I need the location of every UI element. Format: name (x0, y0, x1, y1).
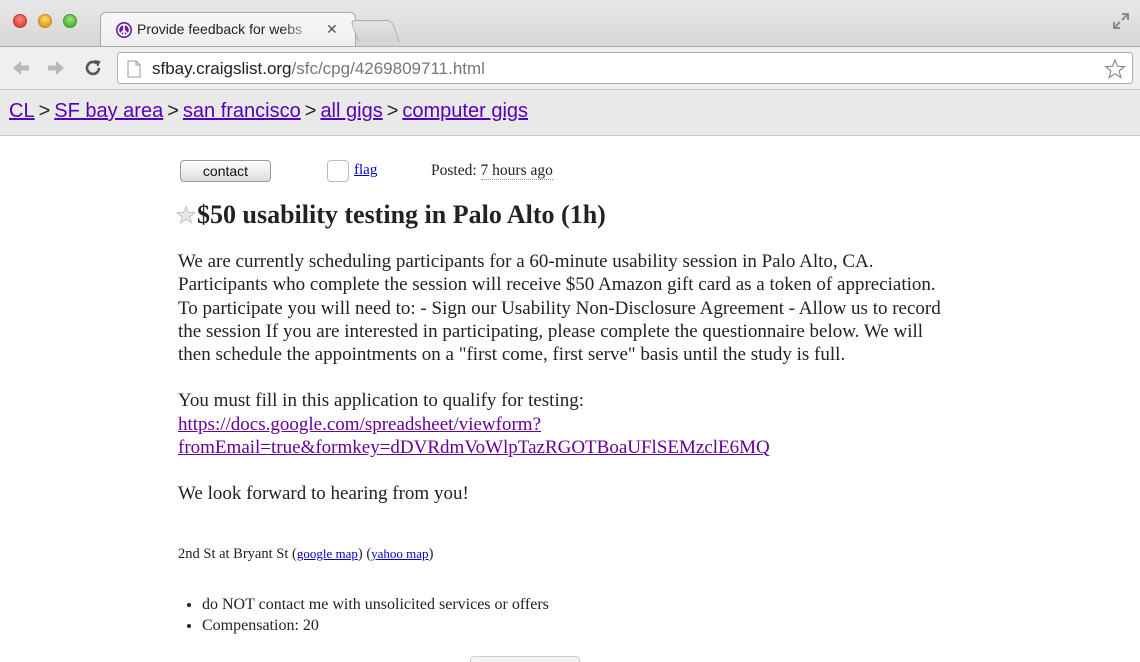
url-path: /sfc/cpg/4269809711.html (291, 59, 485, 78)
favorite-star-icon[interactable] (176, 205, 196, 225)
contact-button[interactable]: contact (180, 160, 271, 182)
breadcrumb-separator: > (304, 100, 317, 122)
breadcrumb-bar: CL > SF bay area > san francisco > all gigs > co… (0, 90, 1140, 136)
reload-icon[interactable] (82, 57, 104, 79)
notices-list: do NOT contact me with unsolicited servi… (202, 594, 549, 636)
bookmark-star-icon[interactable] (1104, 58, 1126, 80)
posting-closing: We look forward to hearing from you! (178, 483, 469, 505)
url-text: sfbay.craigslist.org/sfc/cpg/4269809711.… (152, 59, 485, 79)
breadcrumb-separator: > (386, 100, 399, 122)
posting-paragraph: You must fill in this application to qua… (178, 389, 958, 459)
browser-toolbar: sfbay.craigslist.org/sfc/cpg/4269809711.… (0, 46, 1140, 90)
footer-element (470, 656, 580, 662)
posting-body: We are currently scheduling participants… (178, 250, 958, 529)
flag-checkbox[interactable] (327, 160, 349, 182)
posting-actions: contact flag Posted: 7 hours ago (178, 158, 778, 184)
flag-link[interactable]: flag (354, 162, 377, 179)
form-link-line1: https://docs.google.com/spreadsheet/view… (178, 413, 542, 435)
posted-time: Posted: 7 hours ago (431, 162, 553, 180)
url-host: sfbay.craigslist.org (152, 59, 292, 78)
posting-paragraph: We are currently scheduling participants… (178, 251, 941, 366)
new-tab-button[interactable] (349, 20, 401, 42)
close-icon[interactable]: ✕ (326, 21, 338, 38)
breadcrumb-all-gigs[interactable]: all gigs (320, 100, 382, 122)
breadcrumb-san-francisco[interactable]: san francisco (183, 100, 301, 122)
window-titlebar: Provide feedback for webs ✕ (0, 0, 1140, 47)
page-icon (127, 60, 141, 78)
breadcrumb: CL > SF bay area > san francisco > all gigs > co… (9, 100, 528, 123)
map-address: 2nd St at Bryant St (google map) (yahoo … (178, 546, 434, 562)
posting-title: $50 usability testing in Palo Alto (1h) (197, 200, 606, 229)
posting-title-row: $50 usability testing in Palo Alto (1h) (176, 200, 606, 230)
window-minimize-button[interactable] (38, 14, 52, 28)
back-arrow-icon[interactable] (10, 57, 32, 79)
window-zoom-button[interactable] (63, 14, 77, 28)
breadcrumb-sf-bay-area[interactable]: SF bay area (54, 100, 163, 122)
posted-ago: 7 hours ago (480, 162, 553, 180)
location-text: 2nd St at Bryant St (178, 546, 289, 562)
posted-label: Posted: (431, 162, 477, 179)
form-link-line2: fromEmail=true&formkey=dDVRdmVoWlpTazRGO… (178, 437, 770, 459)
breadcrumb-computer-gigs[interactable]: computer gigs (402, 100, 528, 122)
application-form-link[interactable]: https://docs.google.com/spreadsheet/view… (178, 414, 770, 458)
application-intro: You must fill in this application to qua… (178, 390, 585, 412)
breadcrumb-separator: > (167, 100, 179, 122)
restore-window-icon[interactable] (1112, 12, 1130, 30)
yahoo-map-link[interactable]: yahoo map (371, 546, 428, 561)
window-close-button[interactable] (13, 14, 27, 28)
breadcrumb-cl[interactable]: CL (9, 100, 35, 122)
address-bar[interactable]: sfbay.craigslist.org/sfc/cpg/4269809711.… (117, 52, 1133, 84)
tab-title: Provide feedback for webs (137, 21, 302, 37)
list-item: do NOT contact me with unsolicited servi… (202, 594, 549, 615)
browser-tab-active[interactable]: Provide feedback for webs ✕ (100, 12, 356, 47)
forward-arrow-icon[interactable] (45, 57, 67, 79)
breadcrumb-separator: > (38, 100, 51, 122)
peace-favicon-icon (116, 22, 132, 38)
google-map-link[interactable]: google map (297, 546, 358, 561)
list-item: Compensation: 20 (202, 615, 549, 636)
